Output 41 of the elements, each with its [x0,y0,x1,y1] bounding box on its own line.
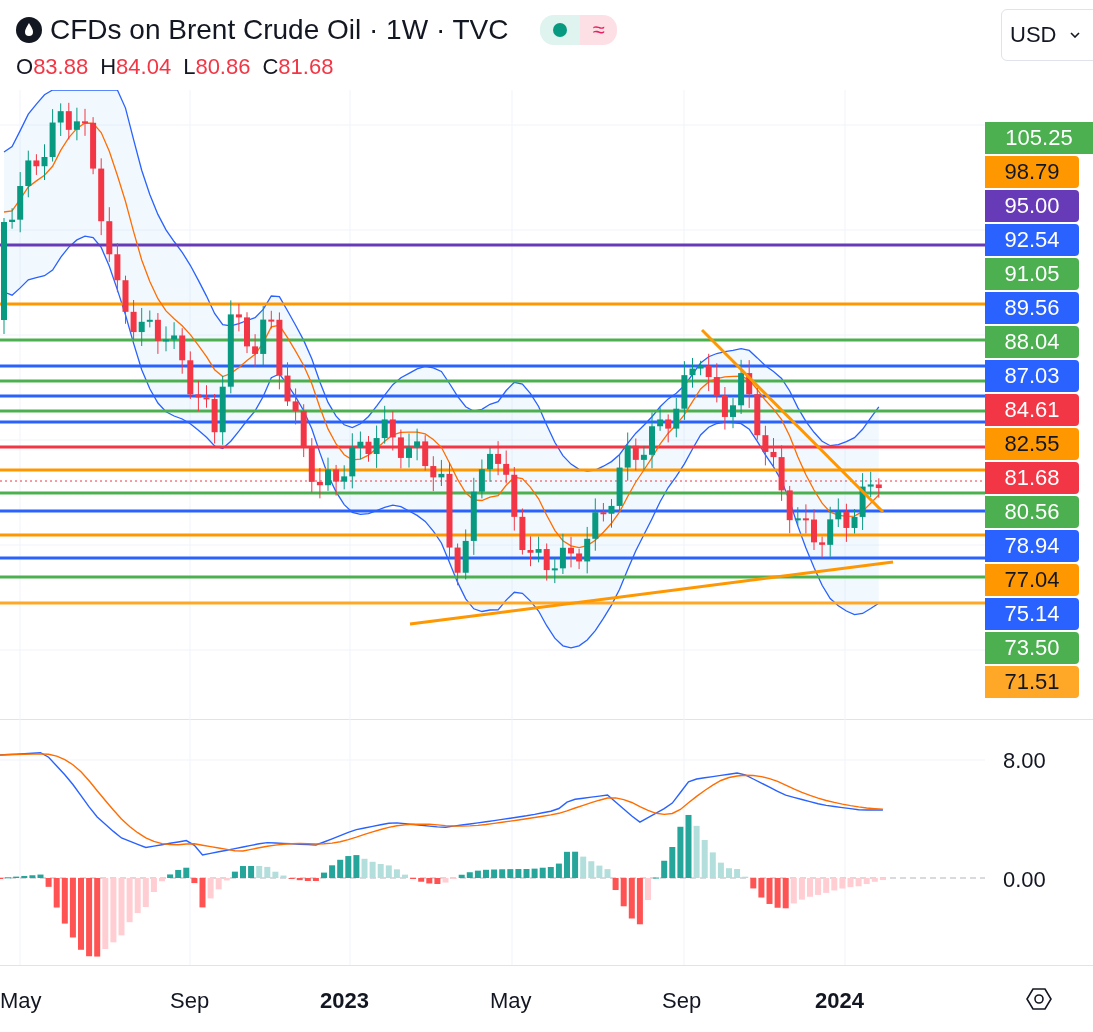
ohlc-label: O [16,54,34,79]
market-open-icon [540,15,581,45]
price-label: 81.68 [985,462,1079,494]
price-label: 75.14 [985,598,1079,630]
price-label: 71.51 [985,666,1079,698]
price-label: 95.00 [985,190,1079,222]
ohlc-value: 80.86 [195,54,251,79]
ohlc-label: C [262,54,279,79]
price-label: 91.05 [985,258,1079,290]
symbol-title[interactable]: CFDs on Brent Crude Oil · 1W · TVC [50,14,509,46]
settings-icon[interactable] [1026,987,1052,1011]
price-label: 77.04 [985,564,1079,596]
caret-icon [1070,32,1081,38]
time-axis-label: 2023 [320,988,369,1014]
ohlc-value: 84.04 [116,54,172,79]
ohlc-value: 81.68 [278,54,334,79]
price-label: 105.25 [985,122,1093,154]
price-label: 92.54 [985,224,1079,256]
price-label: 84.61 [985,394,1079,426]
time-axis-label: 2024 [815,988,864,1014]
time-axis-label: Sep [170,988,210,1014]
ohlc-label: L [183,54,196,79]
price-label: 78.94 [985,530,1079,562]
ohlc-value: 83.88 [33,54,89,79]
oil-drop-icon [16,17,42,43]
price-label: 98.79 [985,156,1079,188]
price-label: 89.56 [985,292,1079,324]
axis-label: 0.00 [1003,867,1046,893]
time-axis-label: May [490,988,532,1014]
price-label: 73.50 [985,632,1079,664]
price-label: 87.03 [985,360,1079,392]
ohlc-label: H [100,54,117,79]
status-badge[interactable]: ≈ [540,15,617,45]
price-label: 80.56 [985,496,1079,528]
price-label: 82.55 [985,428,1079,460]
currency-dropdown[interactable]: USD [1001,9,1093,61]
status-symbol: ≈ [580,15,617,45]
price-label: 88.04 [985,326,1079,358]
axis-label: 8.00 [1003,748,1046,774]
time-axis-label: Sep [662,988,702,1014]
time-axis-label: May [0,988,42,1014]
